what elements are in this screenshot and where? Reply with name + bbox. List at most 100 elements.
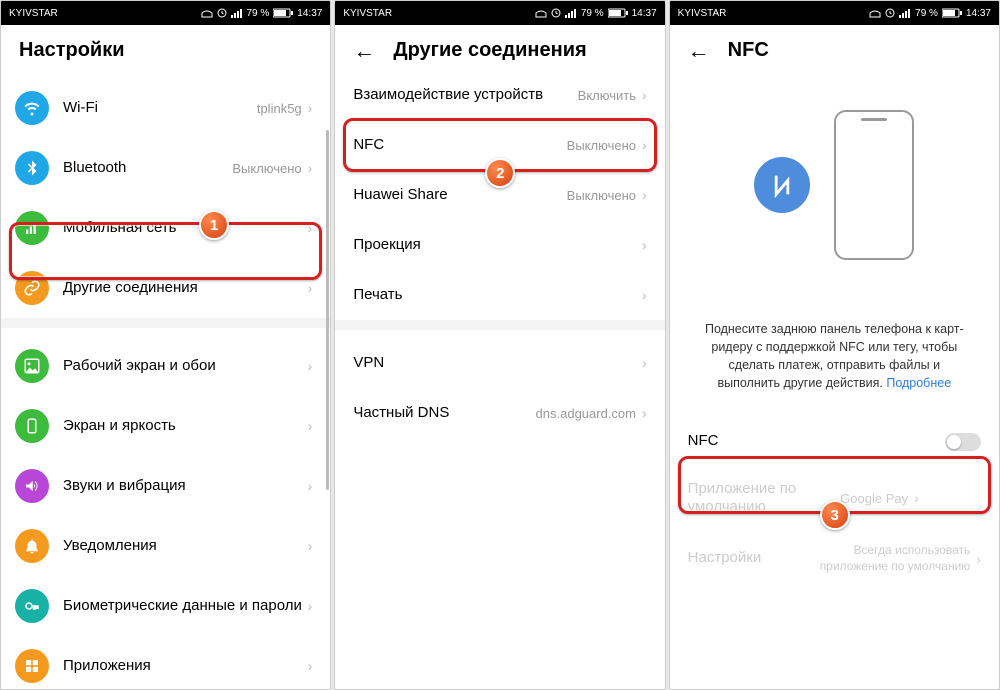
status-bar: KYIVSTAR 79 % 14:37 xyxy=(335,1,664,25)
row-print[interactable]: Печать › xyxy=(335,270,664,320)
row-device-interaction[interactable]: Взаимодействие устройств Включить › xyxy=(335,70,664,120)
chevron-right-icon: › xyxy=(914,490,919,506)
content: Взаимодействие устройств Включить › NFC … xyxy=(335,70,664,689)
alarm-icon xyxy=(217,8,227,18)
bluetooth-label: Bluetooth xyxy=(63,159,232,178)
status-bar: KYIVSTAR 79 % 14:37 xyxy=(670,1,999,25)
page-title: Другие соединения xyxy=(393,39,586,62)
row-bluetooth[interactable]: Bluetooth Выключено › xyxy=(1,138,330,198)
nfc-status-icon xyxy=(201,8,213,18)
header: ← Другие соединения xyxy=(335,25,664,70)
apps-label: Приложения xyxy=(63,657,308,676)
signal-icon xyxy=(565,8,577,18)
status-right: 79 % 14:37 xyxy=(869,8,991,19)
nfc-status-icon xyxy=(535,8,547,18)
chevron-right-icon: › xyxy=(642,405,647,421)
row-private-dns[interactable]: Частный DNS dns.adguard.com › xyxy=(335,388,664,438)
time-label: 14:37 xyxy=(297,8,322,19)
label: Настройки xyxy=(688,549,791,568)
phone-icon xyxy=(15,409,49,443)
alarm-icon xyxy=(551,8,561,18)
label: Проекция xyxy=(353,236,642,255)
time-label: 14:37 xyxy=(966,8,991,19)
row-biometrics[interactable]: Биометрические данные и пароли › xyxy=(1,576,330,636)
label: NFC xyxy=(353,136,566,155)
row-notifications[interactable]: Уведомления › xyxy=(1,516,330,576)
label: VPN xyxy=(353,354,642,373)
back-button[interactable]: ← xyxy=(688,40,710,62)
signal-icon xyxy=(231,8,243,18)
row-home-wallpaper[interactable]: Рабочий экран и обои › xyxy=(1,336,330,396)
screen-nfc: KYIVSTAR 79 % 14:37 ← NFC Поднесите задн… xyxy=(669,0,1000,690)
chevron-right-icon: › xyxy=(642,137,647,153)
chevron-right-icon: › xyxy=(308,658,313,674)
other-label: Другие соединения xyxy=(63,279,308,298)
row-apps[interactable]: Приложения › xyxy=(1,636,330,689)
chevron-right-icon: › xyxy=(308,598,313,614)
row-display[interactable]: Экран и яркость › xyxy=(1,396,330,456)
value: Выключено xyxy=(567,188,636,203)
row-wifi[interactable]: Wi-Fi tplink5g › xyxy=(1,78,330,138)
row-sound[interactable]: Звуки и вибрация › xyxy=(1,456,330,516)
link-icon xyxy=(15,271,49,305)
nfc-logo-icon xyxy=(754,157,810,213)
carrier-label: KYIVSTAR xyxy=(678,8,727,19)
row-default-app: Приложение по умолчанию Google Pay › xyxy=(670,467,999,531)
status-bar: KYIVSTAR 79 % 14:37 xyxy=(1,1,330,25)
nfc-illustration xyxy=(670,70,999,310)
back-button[interactable]: ← xyxy=(353,40,375,62)
bell-icon xyxy=(15,529,49,563)
key-icon xyxy=(15,589,49,623)
label: NFC xyxy=(688,432,945,451)
wifi-icon xyxy=(15,91,49,125)
carrier-label: KYIVSTAR xyxy=(343,8,392,19)
row-mobile[interactable]: Мобильная сеть › xyxy=(1,198,330,258)
chevron-right-icon: › xyxy=(308,280,313,296)
bluetooth-value: Выключено xyxy=(232,161,301,176)
bio-label: Биометрические данные и пароли xyxy=(63,597,308,616)
row-nfc-toggle[interactable]: NFC xyxy=(670,417,999,467)
label: Частный DNS xyxy=(353,404,535,423)
status-right: 79 % 14:37 xyxy=(535,8,657,19)
chevron-right-icon: › xyxy=(308,538,313,554)
header: Настройки xyxy=(1,25,330,70)
screen-other-connections: KYIVSTAR 79 % 14:37 ← Другие соединения … xyxy=(334,0,665,690)
row-other-connections[interactable]: Другие соединения › xyxy=(1,258,330,318)
chevron-right-icon: › xyxy=(308,358,313,374)
signal-icon xyxy=(899,8,911,18)
battery-icon xyxy=(608,8,628,18)
nfc-help-text: Поднесите заднюю панель телефона к карт-… xyxy=(670,310,999,409)
phone-outline-icon xyxy=(834,110,914,260)
alarm-icon xyxy=(885,8,895,18)
mobile-label: Мобильная сеть xyxy=(63,219,308,238)
row-vpn[interactable]: VPN › xyxy=(335,338,664,388)
chevron-right-icon: › xyxy=(308,100,313,116)
chevron-right-icon: › xyxy=(976,551,981,567)
notif-label: Уведомления xyxy=(63,537,308,556)
battery-icon xyxy=(273,8,293,18)
chevron-right-icon: › xyxy=(642,287,647,303)
nfc-toggle-switch[interactable] xyxy=(945,433,981,451)
chevron-right-icon: › xyxy=(642,87,647,103)
apps-icon xyxy=(15,649,49,683)
row-projection[interactable]: Проекция › xyxy=(335,220,664,270)
row-nfc[interactable]: NFC Выключено › xyxy=(335,120,664,170)
chevron-right-icon: › xyxy=(642,187,647,203)
battery-label: 79 % xyxy=(247,8,270,19)
chevron-right-icon: › xyxy=(308,160,313,176)
row-huawei-share[interactable]: Huawei Share Выключено › xyxy=(335,170,664,220)
image-icon xyxy=(15,349,49,383)
value: Google Pay xyxy=(840,491,908,506)
value: Выключено xyxy=(567,138,636,153)
content: Поднесите заднюю панель телефона к карт-… xyxy=(670,70,999,689)
screen-settings: KYIVSTAR 79 % 14:37 Настройки Wi-Fi tpli… xyxy=(0,0,331,690)
label: Взаимодействие устройств xyxy=(353,86,577,105)
more-link[interactable]: Подробнее xyxy=(886,376,951,390)
sound-label: Звуки и вибрация xyxy=(63,477,308,496)
chevron-right-icon: › xyxy=(308,418,313,434)
carrier-label: KYIVSTAR xyxy=(9,8,58,19)
header: ← NFC xyxy=(670,25,999,70)
home-label: Рабочий экран и обои xyxy=(63,357,308,376)
chevron-right-icon: › xyxy=(642,237,647,253)
battery-label: 79 % xyxy=(915,8,938,19)
